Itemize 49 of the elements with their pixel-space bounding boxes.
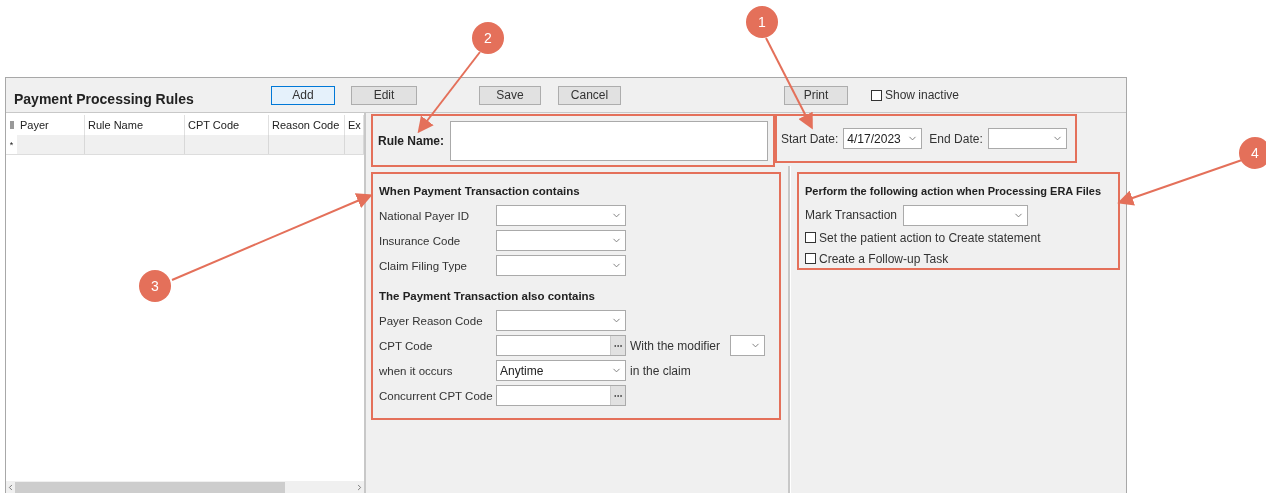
window-title: Payment Processing Rules xyxy=(13,90,195,107)
field-label: National Payer ID xyxy=(379,209,471,222)
callout-badge: 2 xyxy=(472,22,504,54)
field-label: With the modifier xyxy=(630,338,721,353)
field-label: in the claim xyxy=(630,363,691,378)
dropdown-field[interactable] xyxy=(496,230,626,251)
callout-badge: 1 xyxy=(746,6,778,38)
dropdown-field[interactable]: Anytime xyxy=(496,360,626,381)
dropdown-field[interactable] xyxy=(987,128,1067,149)
toolbar-button[interactable]: Add xyxy=(271,85,335,105)
scroll-right-icon[interactable] xyxy=(355,483,364,492)
field-label: Mark Transaction xyxy=(805,208,898,222)
checkbox-box[interactable] xyxy=(805,232,816,243)
start-date-label: Start Date: xyxy=(781,131,839,146)
grip-icon xyxy=(9,121,14,129)
browse-button[interactable] xyxy=(610,336,625,355)
dropdown-field[interactable]: 4/17/2023 xyxy=(843,128,923,149)
scroll-left-icon[interactable] xyxy=(6,483,15,492)
rule-name-label: Rule Name: xyxy=(378,133,445,148)
toolbar-button[interactable]: Save xyxy=(479,85,541,105)
rule-name-field[interactable] xyxy=(450,120,768,161)
dropdown-field[interactable] xyxy=(903,204,1029,226)
section-title: Perform the following action when Processing ERA Files xyxy=(805,184,1103,199)
field-label: CPT Code xyxy=(379,339,434,352)
toolbar-button[interactable]: Print xyxy=(784,85,848,105)
toolbar-button[interactable]: Edit xyxy=(351,85,417,105)
section-title: When Payment Transaction contains xyxy=(379,184,581,199)
new-row-marker: * xyxy=(6,135,17,154)
end-date-label: End Date: xyxy=(929,131,983,146)
dropdown-field[interactable] xyxy=(496,255,626,276)
field-label: Claim Filing Type xyxy=(379,259,468,272)
lookup-field[interactable] xyxy=(496,335,626,356)
horizontal-scrollbar[interactable] xyxy=(6,481,364,493)
section-title: The Payment Transaction also contains xyxy=(379,289,596,304)
field-label: Concurrent CPT Code xyxy=(379,389,492,402)
field-label: when it occurs xyxy=(379,364,454,377)
checkbox-label: Show inactive xyxy=(885,88,960,102)
dropdown-field[interactable] xyxy=(496,205,626,226)
checkbox-box[interactable] xyxy=(871,89,882,101)
dropdown-field[interactable] xyxy=(496,310,626,331)
checkbox[interactable]: Show inactive xyxy=(871,88,960,102)
toolbar-button[interactable]: Cancel xyxy=(558,85,621,105)
field-label: Insurance Code xyxy=(379,234,462,247)
callout-badge: 4 xyxy=(1239,137,1266,169)
lookup-field[interactable] xyxy=(496,385,626,406)
checkbox-box[interactable] xyxy=(805,253,816,264)
field-label: Payer Reason Code xyxy=(379,314,484,327)
browse-button[interactable] xyxy=(610,386,625,405)
dropdown-field[interactable] xyxy=(730,335,766,356)
